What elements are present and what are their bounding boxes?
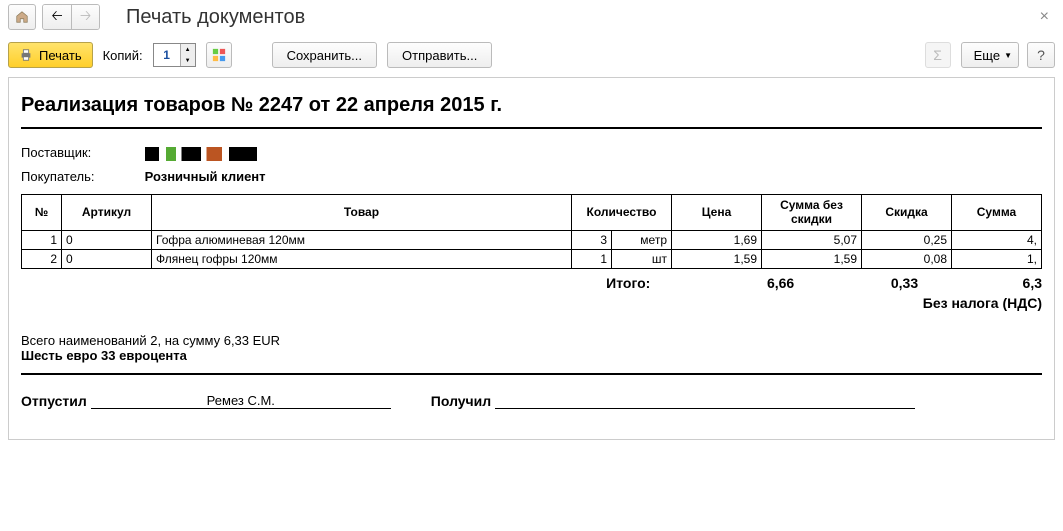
col-product: Товар (152, 194, 572, 230)
page-title: Печать документов (126, 6, 305, 29)
table-row: 20Флянец гофры 120мм1шт1,591,590,081, (22, 249, 1042, 268)
col-sku: Артикул (62, 194, 152, 230)
buyer-label: Покупатель: (21, 169, 141, 184)
released-label: Отпустил (21, 393, 87, 409)
document-title: Реализация товаров № 2247 от 22 апреля 2… (21, 94, 1042, 125)
copies-spinner[interactable]: 1 ▲ ▼ (153, 43, 196, 67)
col-sum-nd: Сумма без скидки (762, 194, 862, 230)
close-button[interactable]: × (1034, 6, 1055, 28)
col-qty: Количество (572, 194, 672, 230)
copies-value[interactable]: 1 (154, 44, 180, 66)
totals-disc: 0,33 (798, 275, 918, 291)
printer-icon (19, 48, 33, 62)
totals-label: Итого: (90, 275, 650, 291)
copies-up[interactable]: ▲ (181, 44, 195, 55)
col-sum: Сумма (952, 194, 1042, 230)
more-label: Еще (974, 48, 1000, 63)
sum-button-disabled: Σ (925, 42, 951, 68)
home-icon (15, 10, 29, 24)
signature-row: Отпустил Ремез С.М. Получил (21, 393, 1042, 409)
home-button[interactable] (8, 4, 36, 30)
totals-sum-nd: 6,66 (654, 275, 794, 291)
buyer-value: Розничный клиент (145, 169, 266, 184)
nav-history: 🡠 🡢 (42, 4, 100, 30)
col-num: № (22, 194, 62, 230)
received-label: Получил (431, 393, 491, 409)
supplier-label: Поставщик: (21, 145, 141, 160)
items-table: № Артикул Товар Количество Цена Сумма бе… (21, 194, 1042, 269)
copies-down[interactable]: ▼ (181, 55, 195, 66)
copies-label: Копий: (103, 48, 143, 63)
chevron-down-icon: ▼ (1004, 51, 1012, 60)
print-button[interactable]: Печать (8, 42, 93, 68)
back-button[interactable]: 🡠 (43, 5, 71, 29)
totals-row: Итого: 6,66 0,33 6,3 (21, 275, 1042, 291)
more-button[interactable]: Еще ▼ (961, 42, 1019, 68)
received-line (495, 393, 915, 409)
send-button[interactable]: Отправить... (387, 42, 492, 68)
col-price: Цена (672, 194, 762, 230)
table-row: 10Гофра алюминевая 120мм3метр1,695,070,2… (22, 230, 1042, 249)
print-label: Печать (39, 48, 82, 63)
document-area: Реализация товаров № 2247 от 22 апреля 2… (8, 77, 1055, 440)
col-disc: Скидка (862, 194, 952, 230)
totals-sum: 6,3 (922, 275, 1042, 291)
grid-color-icon (212, 48, 226, 62)
sum-words: Шесть евро 33 евроцента (21, 348, 1042, 363)
buyer-row: Покупатель: Розничный клиент (21, 169, 1042, 184)
supplier-value (145, 147, 285, 161)
template-button[interactable] (206, 42, 232, 68)
save-button[interactable]: Сохранить... (272, 42, 377, 68)
forward-button[interactable]: 🡢 (71, 5, 99, 29)
summary-line: Всего наименований 2, на сумму 6,33 EUR (21, 333, 1042, 348)
tax-note: Без налога (НДС) (21, 295, 1042, 311)
toolbar: Печать Копий: 1 ▲ ▼ Сохранить... Отправи… (0, 34, 1063, 77)
released-name: Ремез С.М. (91, 393, 391, 409)
help-button[interactable]: ? (1027, 42, 1055, 68)
supplier-row: Поставщик: (21, 145, 1042, 161)
